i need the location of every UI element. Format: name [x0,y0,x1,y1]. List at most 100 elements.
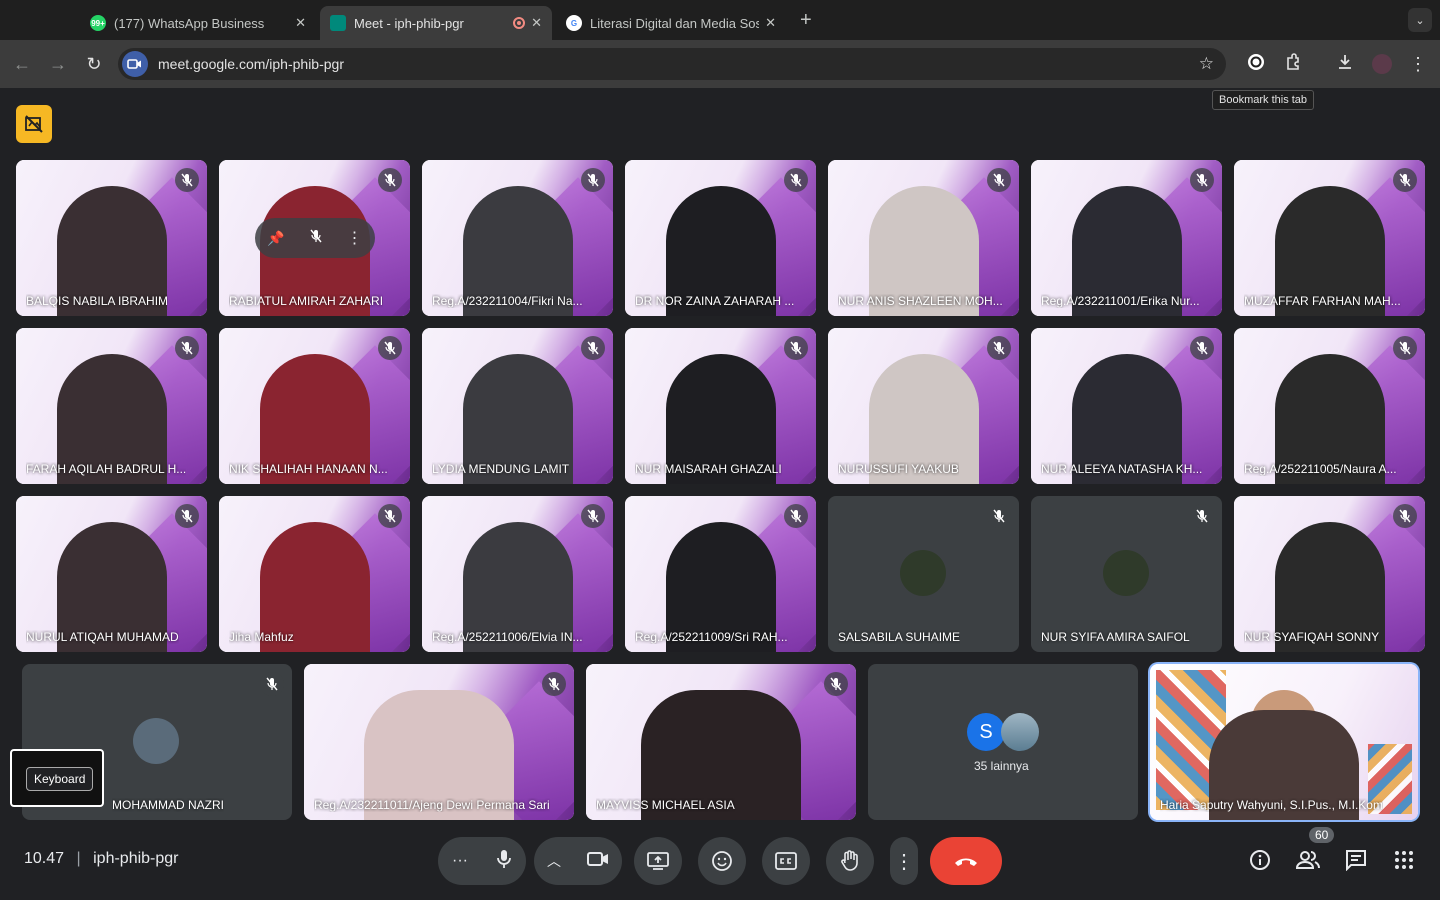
participant-tile[interactable]: NUR ALEEYA NATASHA KH... [1031,328,1222,484]
leave-call-button[interactable] [930,837,1002,885]
mic-off-icon [1393,336,1417,360]
participant-tile[interactable]: Reg.A/232211001/Erika Nur... [1031,160,1222,316]
grammarly-icon[interactable] [1245,53,1267,75]
more-vert-icon: ⋮ [894,850,914,873]
participant-name: NUR ANIS SHAZLEEN MOH... [838,294,1003,308]
participant-name: NUR ALEEYA NATASHA KH... [1041,462,1203,476]
participant-tile[interactable]: MUZAFFAR FARHAN MAH... [1234,160,1425,316]
participant-tile[interactable]: Reg.A/252211009/Sri RAH... [625,496,816,652]
keyboard-shortcut-hint[interactable]: Keyboard [10,749,104,807]
participant-tile[interactable]: FARAH AQILAH BADRUL H... [16,328,207,484]
tab-title: Meet - iph-phib-pgr [354,15,464,31]
chat-icon[interactable] [1343,847,1369,873]
tile-hover-controls: 📌 ⋮ [255,218,375,258]
site-info-icon[interactable] [122,51,148,77]
participant-tile[interactable]: LYDIA MENDUNG LAMIT [422,328,613,484]
mute-icon[interactable] [310,229,322,248]
more-options-button[interactable]: ⋮ [890,837,918,885]
close-icon[interactable]: ✕ [295,15,306,31]
url-text: meet.google.com/iph-phib-pgr [158,56,344,72]
participant-tile[interactable]: Jiha Mahfuz [219,496,410,652]
tab-title: (177) WhatsApp Business [114,15,265,31]
tab-whatsapp[interactable]: 99+ (177) WhatsApp Business ✕ [80,6,316,40]
participant-tile[interactable]: NUR SYIFA AMIRA SAIFOL [1031,496,1222,652]
mic-off-icon [1393,504,1417,528]
present-screen-button[interactable] [634,837,682,885]
microphone-icon[interactable] [496,849,512,874]
participant-name: FARAH AQILAH BADRUL H... [26,462,187,476]
new-tab-button[interactable]: + [800,9,812,32]
participant-tile[interactable]: Reg.A/252211006/Elvia IN... [422,496,613,652]
participant-tile[interactable]: Reg.A/252211005/Naura A... [1234,328,1425,484]
participant-tile[interactable]: BALQIS NABILA IBRAHIM [16,160,207,316]
mic-off-icon [987,336,1011,360]
mic-off-icon [1393,168,1417,192]
participant-tile[interactable]: NUR SYAFIQAH SONNY [1234,496,1425,652]
participant-tile[interactable]: NIK SHALIHAH HANAAN N... [219,328,410,484]
audio-control-group: ··· [438,837,526,885]
raise-hand-button[interactable] [826,837,874,885]
meet-icon [330,15,346,31]
mic-off-icon [175,336,199,360]
people-count-badge: 60 [1309,827,1335,843]
bookmark-star-icon[interactable]: ☆ [1199,54,1214,74]
mic-off-icon [784,168,808,192]
participant-name: BALQIS NABILA IBRAHIM [26,294,169,308]
participant-tile[interactable]: SALSABILA SUHAIME [828,496,1019,652]
participant-name: NURUL ATIQAH MUHAMAD [26,630,179,644]
meeting-details-icon[interactable] [1247,847,1273,873]
tab-search-button[interactable]: ⌄ [1408,8,1432,32]
close-icon[interactable]: ✕ [765,15,776,31]
audio-options-icon[interactable]: ··· [452,852,468,870]
mic-off-icon [378,504,402,528]
participant-tile[interactable]: MAYVISS MICHAEL ASIA [586,664,856,820]
mic-off-icon [581,168,605,192]
participant-tile[interactable]: NUR ANIS SHAZLEEN MOH... [828,160,1019,316]
bookmark-tooltip: Bookmark this tab [1212,90,1315,110]
participant-tile[interactable]: Reg.A/232211004/Fikri Na... [422,160,613,316]
participant-tile[interactable]: Reg.A/232211011/Ajeng Dewi Permana Sari [304,664,574,820]
tab-meet[interactable]: Meet - iph-phib-pgr ✕ [320,6,552,40]
more-participants-label: 35 lainnya [974,759,1029,773]
browser-toolbar: ← → ↻ meet.google.com/iph-phib-pgr ☆ ⋮ [0,40,1440,88]
download-icon[interactable] [1334,53,1356,75]
mic-off-icon [378,168,402,192]
mic-off-icon [1190,504,1214,528]
address-bar[interactable]: meet.google.com/iph-phib-pgr ☆ [118,48,1226,80]
mic-off-icon [784,336,808,360]
profile-avatar[interactable] [1371,53,1393,75]
mic-off-icon [378,336,402,360]
participant-initial-avatar: S [967,713,1005,751]
emoji-reaction-button[interactable] [698,837,746,885]
people-icon[interactable] [1295,847,1321,873]
mic-off-icon [581,504,605,528]
reload-button[interactable]: ↻ [82,52,106,76]
mic-off-icon [784,504,808,528]
mic-off-icon [542,672,566,696]
participant-tile[interactable]: NURUSSUFI YAAKUB [828,328,1019,484]
participant-name: LYDIA MENDUNG LAMIT [432,462,570,476]
participant-tile-active-speaker[interactable]: Haria Saputry Wahyuni, S.I.Pus., M.I.Kom [1150,664,1418,820]
whatsapp-icon: 99+ [90,15,106,31]
extensions-icon[interactable] [1282,53,1304,75]
activities-icon[interactable] [1391,847,1417,873]
chevron-up-icon[interactable]: ︿ [547,851,561,871]
participant-tile[interactable]: NUR MAISARAH GHAZALI [625,328,816,484]
browser-menu-icon[interactable]: ⋮ [1407,53,1429,75]
participant-name: NIK SHALIHAH HANAAN N... [229,462,388,476]
participant-tile[interactable]: DR NOR ZAINA ZAHARAH ... [625,160,816,316]
keyboard-label: Keyboard [26,767,94,791]
recording-icon [513,17,526,29]
tab-literasi[interactable]: G Literasi Digital dan Media Sos ✕ [556,6,786,40]
pin-icon[interactable]: 📌 [267,230,284,247]
more-vert-icon[interactable]: ⋮ [347,228,363,248]
forward-button[interactable]: → [46,52,70,76]
participant-tile[interactable]: NURUL ATIQAH MUHAMAD [16,496,207,652]
captions-button[interactable] [762,837,810,885]
visual-effects-warning-icon[interactable] [16,105,52,143]
participant-tile[interactable]: RABIATUL AMIRAH ZAHARI 📌 ⋮ [219,160,410,316]
participant-name: Jiha Mahfuz [229,630,294,644]
close-icon[interactable]: ✕ [531,15,542,31]
back-button[interactable]: ← [10,52,34,76]
camera-icon[interactable] [587,851,609,872]
